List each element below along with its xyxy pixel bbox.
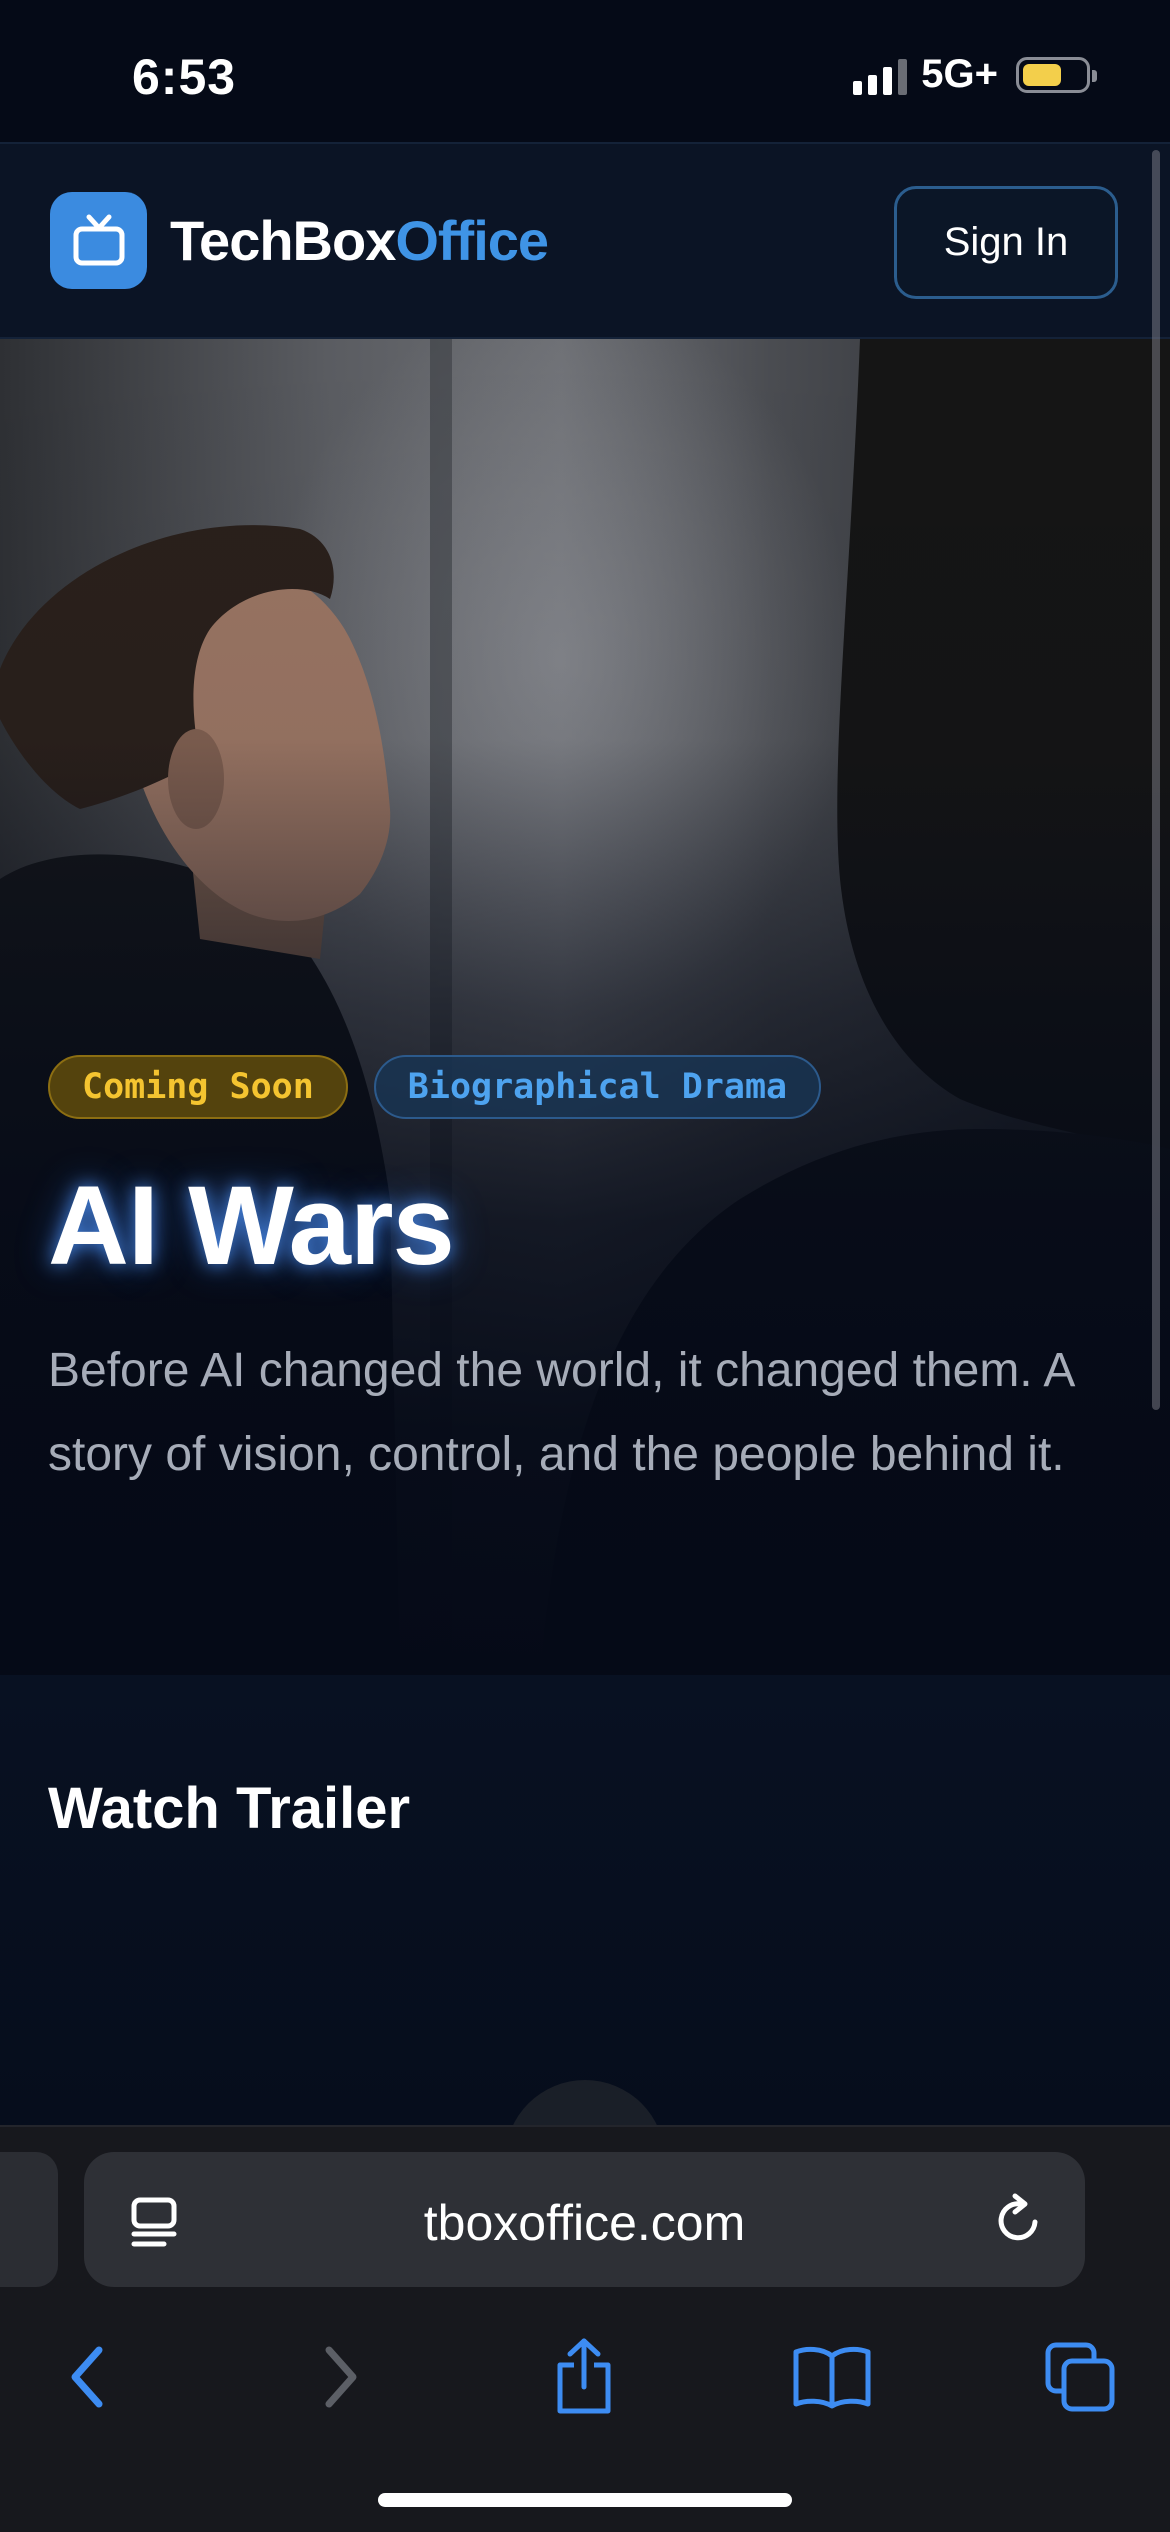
forward-icon[interactable] [290,2327,390,2427]
page-scrollbar[interactable] [1152,150,1160,1410]
status-indicators: 5G+ [853,52,1097,97]
signal-icon [853,55,908,95]
battery-icon [1016,56,1097,93]
status-bar: 6:53 5G+ [0,0,1170,142]
reload-icon[interactable] [991,2192,1047,2253]
back-icon[interactable] [38,2327,138,2427]
browser-toolbar [0,2327,1170,2437]
site-logo[interactable]: TechBoxOffice [170,208,549,273]
previous-tab-peek[interactable] [0,2152,58,2287]
tv-icon[interactable] [50,192,147,289]
movie-description: Before AI changed the world, it changed … [48,1344,1073,1481]
status-badge: Coming Soon [48,1055,348,1119]
address-bar[interactable]: tboxoffice.com [84,2152,1085,2287]
network-type: 5G+ [921,52,998,96]
status-time: 6:53 [132,49,237,105]
genre-badge: Biographical Drama [373,1055,822,1119]
bookmarks-icon[interactable] [782,2327,882,2427]
share-icon[interactable] [534,2327,634,2427]
sign-in-button[interactable]: Sign In [894,186,1118,299]
trailer-section: Watch Trailer [0,1675,1170,2170]
logo-text-primary: TechBox [170,209,396,272]
hero-badges: Coming Soon Biographical Drama [48,1055,822,1119]
tabs-icon[interactable] [1030,2327,1130,2427]
trailer-heading: Watch Trailer [48,1776,411,1841]
browser-chrome: tboxoffice.com [0,2125,1170,2532]
site-header: TechBoxOffice Sign In [0,142,1170,339]
screen: 6:53 5G+ TechBoxOffice Sign In Coming So… [0,0,1170,2532]
url-text[interactable]: tboxoffice.com [84,2194,1085,2252]
hero-section: Coming Soon Biographical Drama AI Wars B… [0,339,1170,1675]
movie-title: AI Wars [48,1163,455,1288]
home-indicator[interactable] [378,2493,792,2507]
logo-text-accent: Office [395,209,549,272]
